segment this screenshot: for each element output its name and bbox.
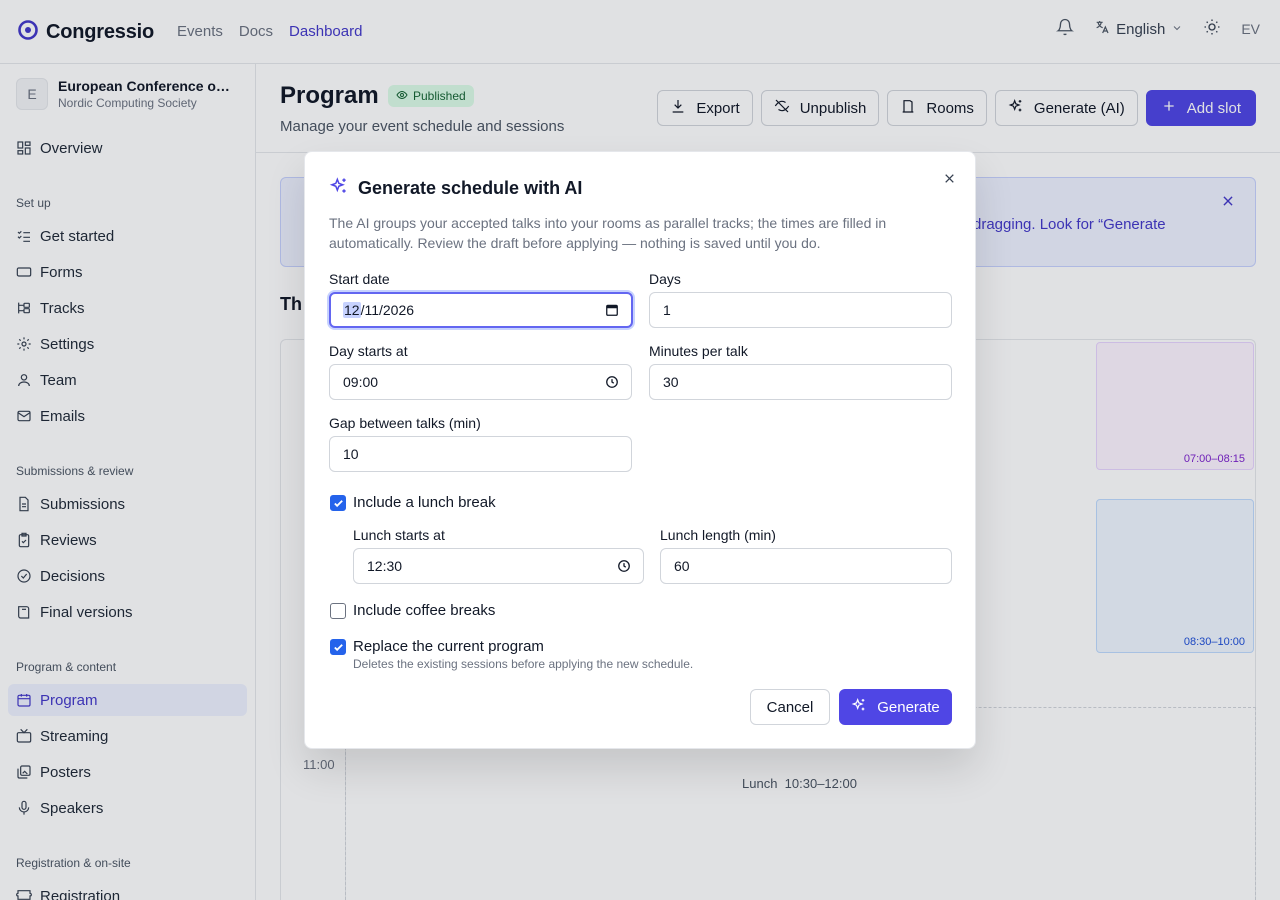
lunch-starts-value: 12:30 xyxy=(367,558,403,574)
day-starts-label: Day starts at xyxy=(329,343,408,359)
lunch-length-label: Lunch length (min) xyxy=(660,527,776,543)
clock-icon[interactable] xyxy=(605,375,619,389)
start-date-rest: /11/2026 xyxy=(360,302,415,318)
day-starts-input[interactable]: 09:00 xyxy=(329,364,632,400)
day-starts-value: 09:00 xyxy=(343,374,379,390)
minutes-per-talk-input[interactable]: 30 xyxy=(649,364,952,400)
lunch-starts-input[interactable]: 12:30 xyxy=(353,548,644,584)
start-date-month: 12 xyxy=(343,302,361,318)
close-icon[interactable] xyxy=(939,168,959,188)
gap-value: 10 xyxy=(343,446,359,462)
lunch-starts-label: Lunch starts at xyxy=(353,527,445,543)
lunch-break-label[interactable]: Include a lunch break xyxy=(353,494,496,511)
coffee-breaks-checkbox[interactable] xyxy=(330,603,346,619)
minutes-per-talk-label: Minutes per talk xyxy=(649,343,748,359)
days-label: Days xyxy=(649,271,681,287)
calendar-icon[interactable] xyxy=(605,303,619,317)
sparkles-icon xyxy=(851,697,867,717)
replace-program-label[interactable]: Replace the current program xyxy=(353,638,544,655)
gap-label: Gap between talks (min) xyxy=(329,415,481,431)
lunch-length-input[interactable]: 60 xyxy=(660,548,952,584)
start-date-input[interactable]: 12/11/2026 xyxy=(329,292,633,328)
generate-schedule-dialog: Generate schedule with AI The AI groups … xyxy=(304,151,976,749)
generate-label: Generate xyxy=(877,698,940,716)
sparkles-icon xyxy=(329,176,349,201)
start-date-label: Start date xyxy=(329,271,390,287)
clock-icon[interactable] xyxy=(617,559,631,573)
dialog-description: The AI groups your accepted talks into y… xyxy=(329,215,887,251)
days-input[interactable]: 1 xyxy=(649,292,952,328)
minutes-per-talk-value: 30 xyxy=(663,374,679,390)
gap-input[interactable]: 10 xyxy=(329,436,632,472)
dialog-title-text: Generate schedule with AI xyxy=(358,178,583,198)
days-value: 1 xyxy=(663,302,671,318)
lunch-break-checkbox[interactable] xyxy=(330,495,346,511)
cancel-label: Cancel xyxy=(766,698,814,716)
replace-program-checkbox[interactable] xyxy=(330,639,346,655)
replace-program-hint: Deletes the existing sessions before app… xyxy=(353,657,694,671)
dialog-title: Generate schedule with AI xyxy=(329,176,582,201)
lunch-length-value: 60 xyxy=(674,558,690,574)
coffee-breaks-label[interactable]: Include coffee breaks xyxy=(353,602,495,619)
generate-button[interactable]: Generate xyxy=(839,689,952,725)
cancel-button[interactable]: Cancel xyxy=(750,689,830,725)
